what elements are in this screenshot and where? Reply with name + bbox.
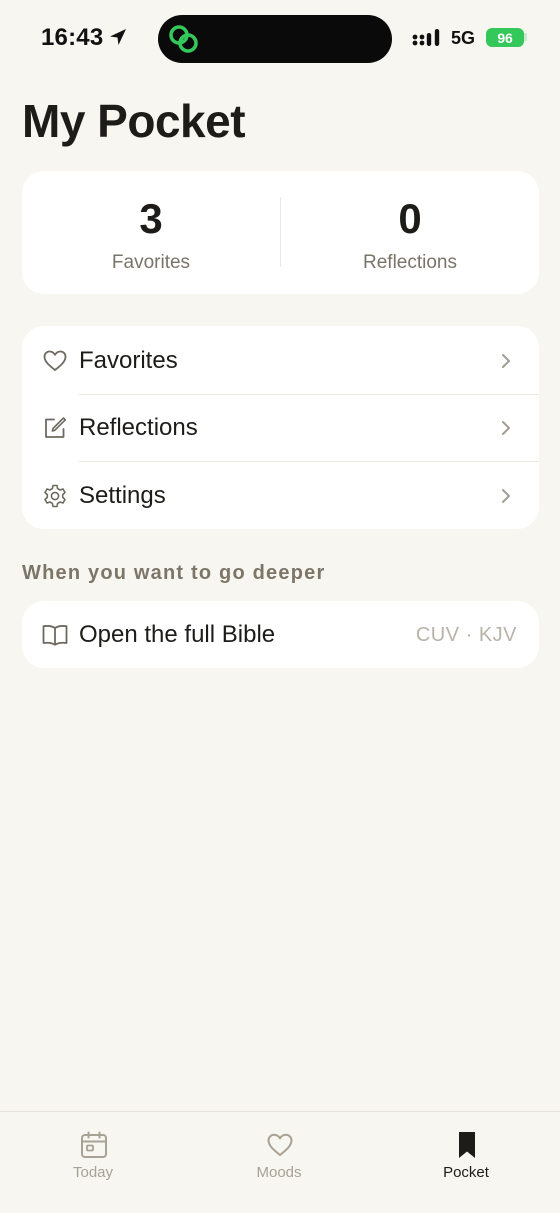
tab-label: Today (72, 1164, 114, 1181)
section-label: When you want to go deeper (22, 562, 326, 584)
menu-card: Favorites Reflections Settings (22, 326, 539, 529)
reflections-count: 0 (398, 195, 422, 242)
heart-icon (267, 1133, 293, 1156)
stats-card: 3 Favorites 0 Reflections (22, 171, 539, 294)
tab-pocket[interactable]: Pocket (406, 1112, 526, 1213)
heart-icon (43, 350, 67, 371)
open-book-icon (42, 625, 68, 646)
menu-item-settings[interactable]: Settings (22, 462, 539, 529)
page-title: My Pocket (22, 95, 246, 147)
network-type: 5G (451, 28, 476, 48)
tab-bar: Today Moods Pocket (0, 1111, 560, 1213)
favorites-stat[interactable]: 3 Favorites (22, 171, 280, 294)
menu-item-favorites[interactable]: Favorites (22, 327, 539, 394)
calendar-icon (81, 1131, 107, 1158)
location-arrow-icon (110, 29, 126, 45)
reflections-stat-label: Reflections (363, 252, 457, 273)
open-bible-label: Open the full Bible (79, 621, 276, 648)
bible-versions: CUV · KJV (415, 624, 517, 646)
open-bible-button[interactable]: Open the full Bible CUV · KJV (22, 601, 539, 668)
menu-item-label: Favorites (79, 347, 178, 374)
gear-icon (44, 484, 66, 508)
battery-level: 96 (497, 29, 513, 46)
status-time: 16:43 (41, 24, 104, 51)
status-bar: 16:43 5G 96 (0, 0, 560, 76)
tab-label: Moods (256, 1164, 302, 1181)
edit-icon (45, 417, 67, 438)
reflections-stat[interactable]: 0 Reflections (281, 171, 539, 294)
menu-item-label: Reflections (79, 414, 198, 441)
favorites-stat-label: Favorites (111, 252, 191, 273)
signal-icon (412, 29, 440, 46)
chevron-right-icon (502, 489, 510, 503)
chevron-right-icon (502, 354, 510, 368)
chevron-right-icon (502, 421, 510, 435)
menu-item-reflections[interactable]: Reflections (22, 394, 539, 461)
menu-item-label: Settings (79, 482, 166, 509)
tab-label: Pocket (443, 1164, 489, 1181)
tab-moods[interactable]: Moods (219, 1112, 339, 1213)
linked-rings-icon (169, 25, 198, 53)
favorites-count: 3 (139, 195, 163, 242)
tab-today[interactable]: Today (33, 1112, 153, 1213)
battery-icon: 96 (486, 28, 524, 47)
battery-cap (524, 33, 527, 41)
bookmark-icon (459, 1132, 475, 1158)
